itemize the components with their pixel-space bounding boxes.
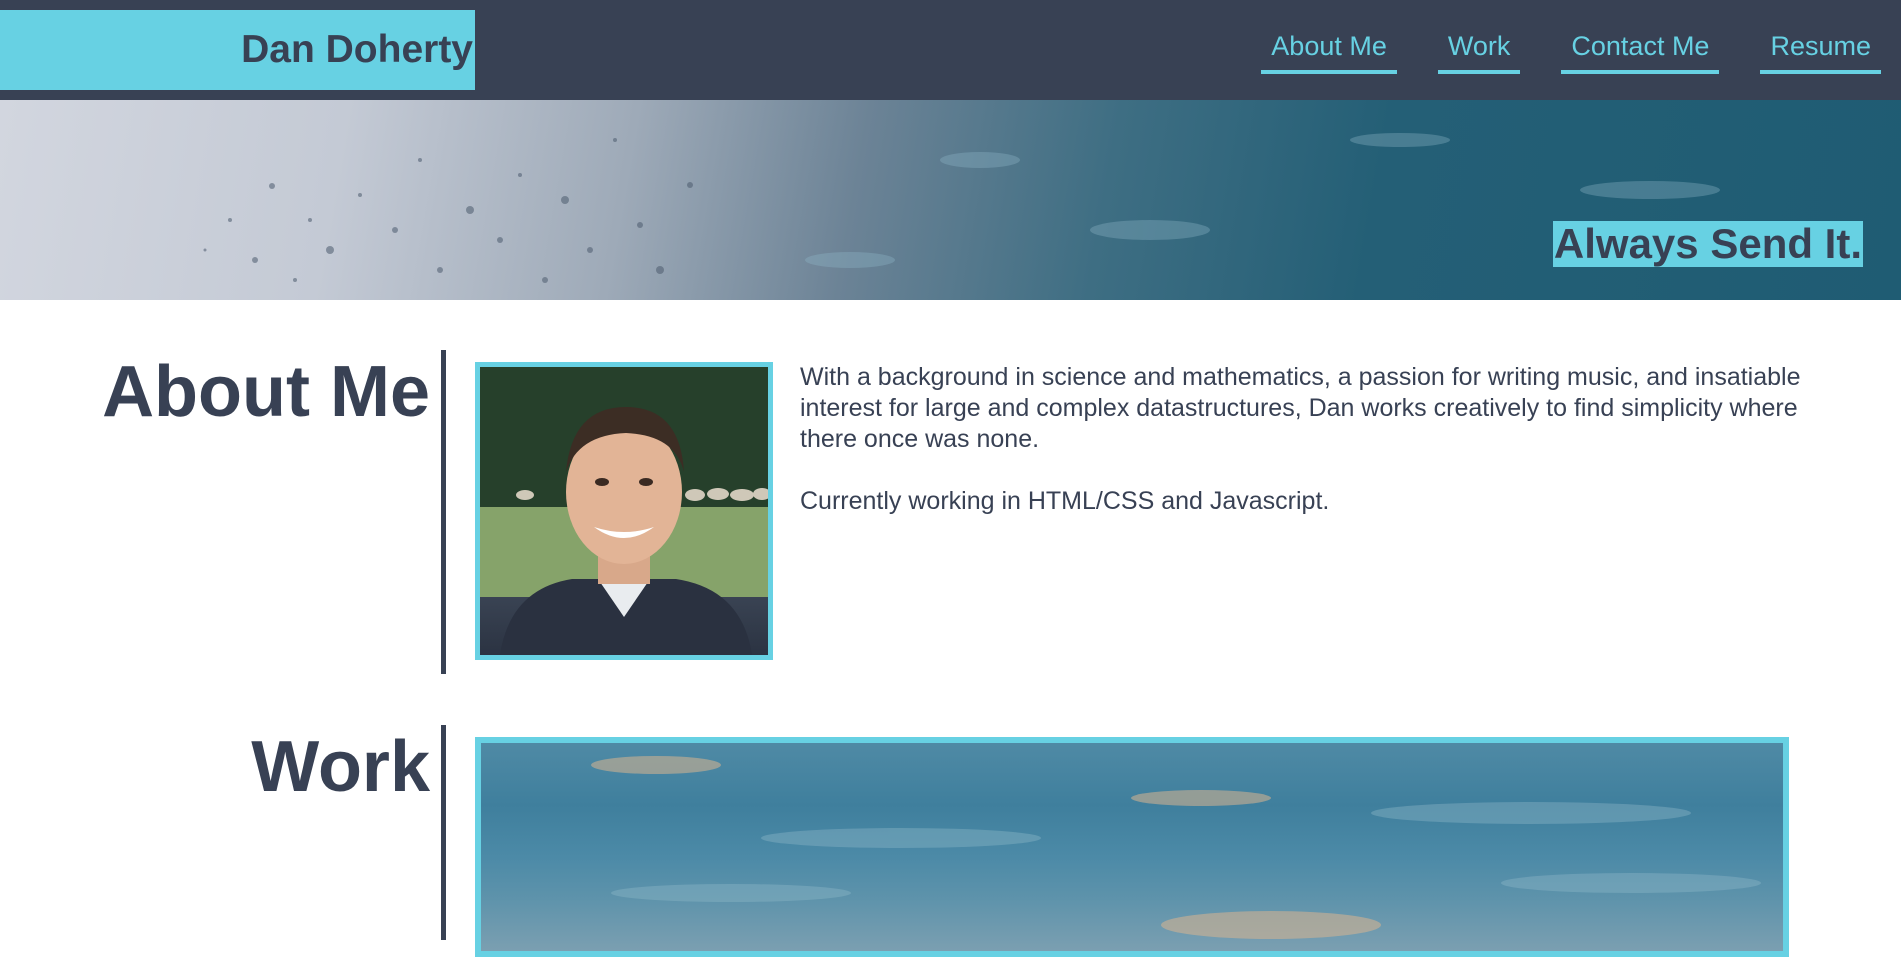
ocean-image (591, 756, 1761, 939)
profile-photo (475, 362, 773, 660)
site-brand[interactable]: Dan Doherty (0, 10, 475, 90)
hero-banner: Always Send It. (0, 100, 1901, 300)
nav-resume[interactable]: Resume (1760, 29, 1881, 74)
about-me-heading: About Me (102, 352, 430, 432)
work-divider (441, 725, 446, 940)
portrait-image (480, 367, 768, 655)
nav-work[interactable]: Work (1437, 29, 1521, 74)
nav-about-me[interactable]: About Me (1261, 29, 1397, 74)
work-image-frame[interactable] (475, 737, 1789, 957)
main-nav: About Me Work Contact Me Resume (1220, 29, 1881, 74)
nav-contact-me[interactable]: Contact Me (1561, 29, 1720, 74)
work-heading: Work (251, 727, 430, 807)
about-divider (441, 350, 446, 674)
about-paragraph-2: Currently working in HTML/CSS and Javasc… (800, 487, 1330, 515)
hero-tagline: Always Send It. (1552, 220, 1863, 267)
wave-splash-image (203, 133, 1720, 283)
site-header: Dan Doherty About Me Work Contact Me Res… (0, 0, 1901, 100)
about-paragraph-1: With a background in science and mathema… (800, 363, 1801, 453)
about-description: With a background in science and mathema… (800, 362, 1810, 548)
